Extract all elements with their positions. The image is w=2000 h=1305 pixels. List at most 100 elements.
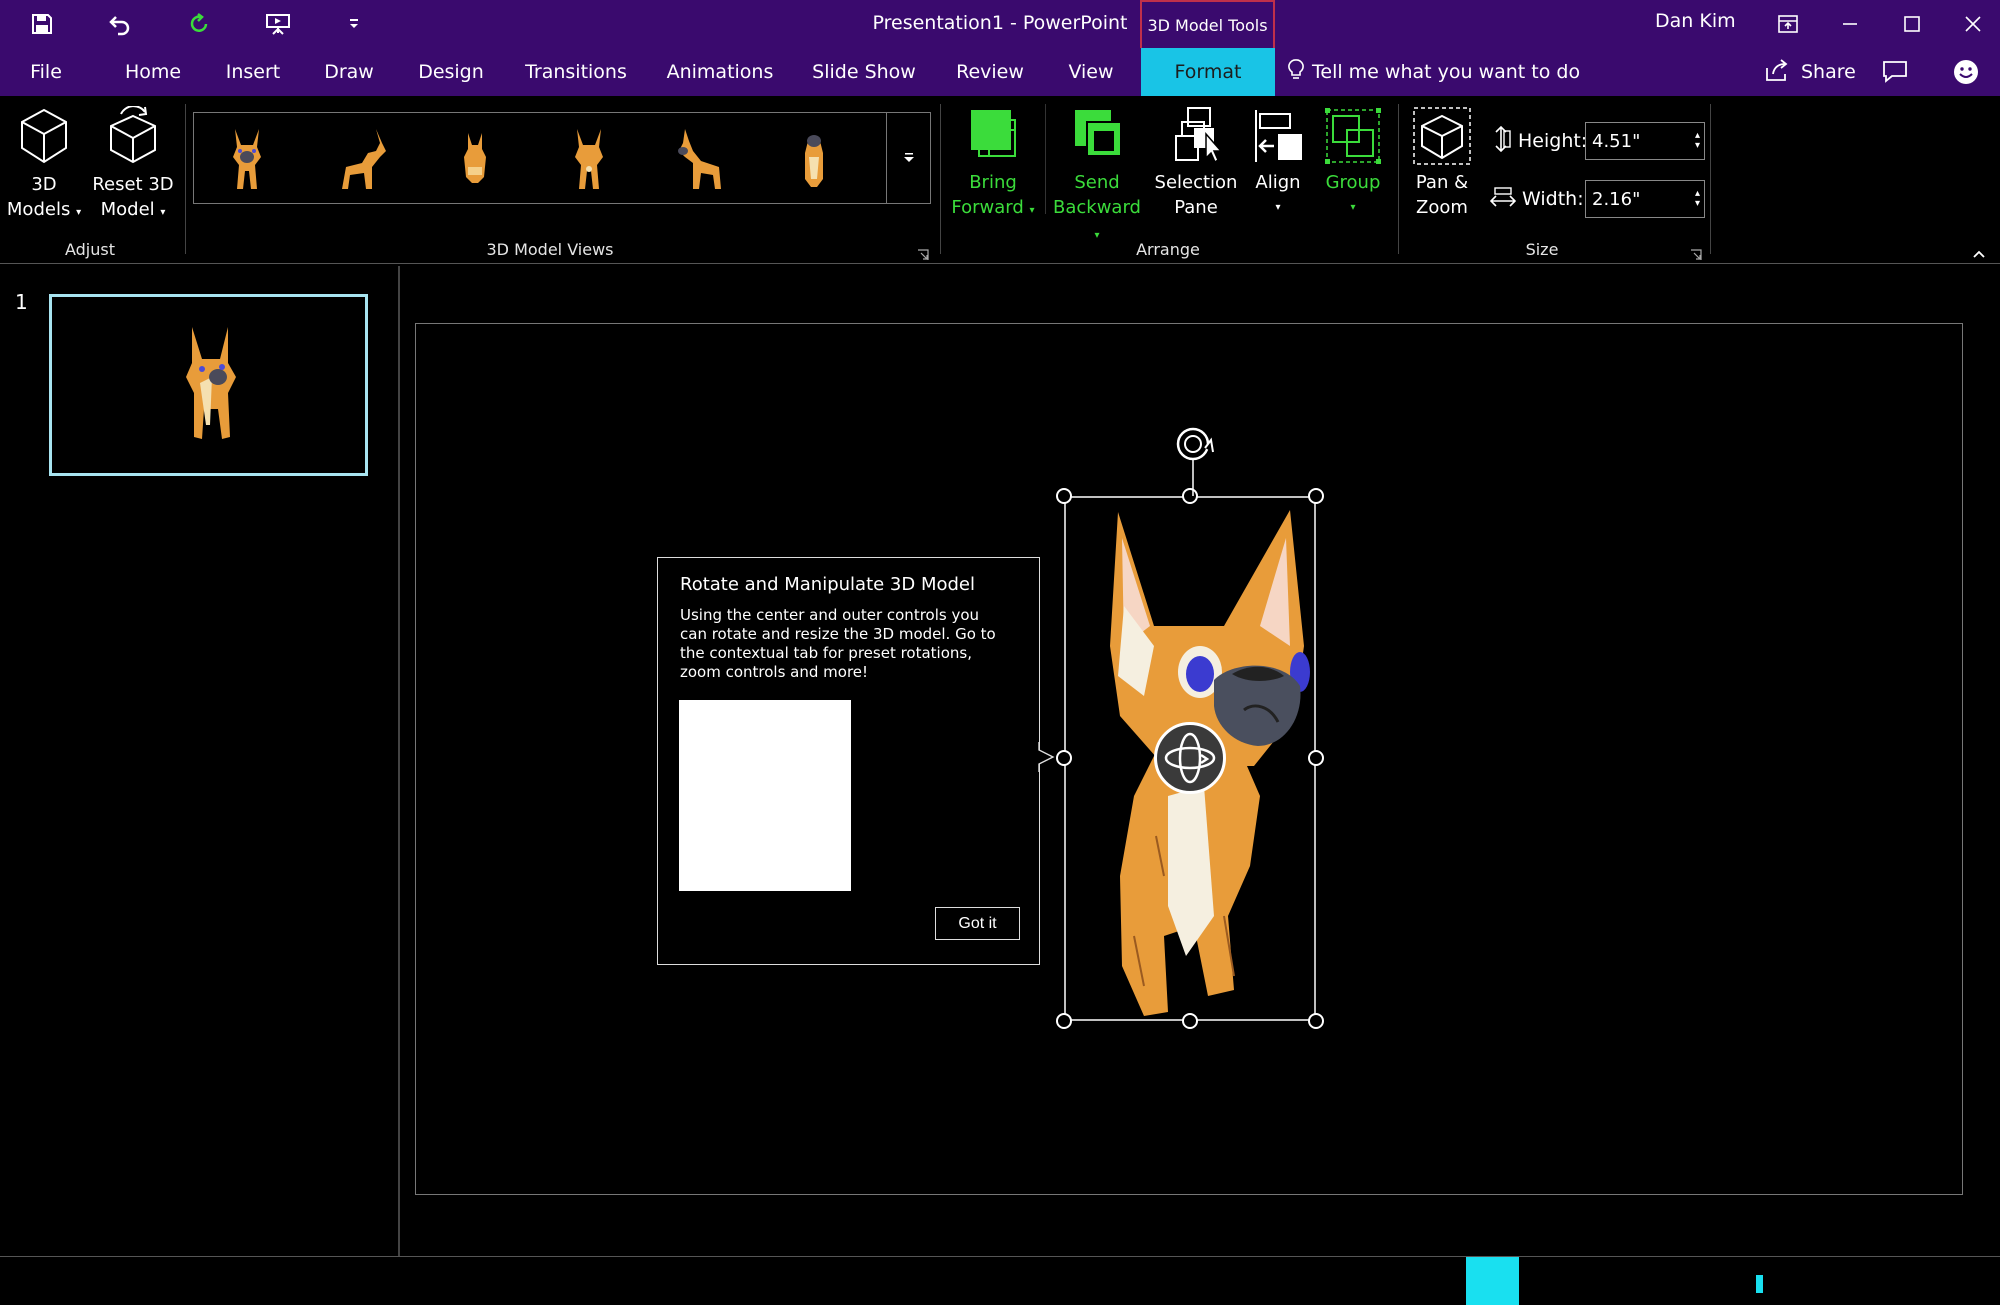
group-label: Group [1325,172,1381,193]
reset-3d-model-button[interactable]: Reset 3D Model ▾ [90,105,176,225]
bring-forward-button[interactable]: Bring Forward ▾ [946,106,1040,223]
maximize-icon[interactable] [1892,4,1932,44]
3d-models-button[interactable]: 3D Models ▾ [6,106,82,225]
resize-handle-top-right[interactable] [1308,488,1324,504]
share-button[interactable]: Share [1765,48,1856,96]
title-bar: Presentation1 - PowerPoint 3D Model Tool… [0,0,2000,48]
chevron-down-icon: ▾ [1094,230,1100,241]
resize-handle-right[interactable] [1308,750,1324,766]
3d-models-label-1: 3D [31,174,57,195]
height-spinner[interactable]: ▴ ▾ [1695,131,1700,151]
rotation-handle[interactable] [1171,424,1215,496]
send-backward-label-2: Backward [1053,197,1141,218]
height-row: Height: [1490,122,1587,160]
tab-animations[interactable]: Animations [662,48,778,96]
group-button[interactable]: Group ▾ [1316,106,1390,220]
tell-me-search[interactable]: Tell me what you want to do [1288,48,1580,96]
bring-forward-label-1: Bring [969,172,1017,193]
3d-models-label-2: Models [6,199,71,220]
send-backward-label-1: Send [1074,172,1120,193]
bring-forward-label-2: Forward [951,197,1024,218]
zoom-slider-thumb[interactable] [1756,1275,1763,1293]
3d-model-views-gallery [193,112,931,204]
3d-model-dog[interactable] [1056,488,1324,1029]
dialog-launcher-icon[interactable] [917,246,929,265]
chevron-down-icon: ▾ [76,207,82,218]
view-front[interactable] [212,123,282,195]
group-separator [185,104,186,254]
resize-handle-bottom[interactable] [1182,1013,1198,1029]
resize-handle-left[interactable] [1056,750,1072,766]
resize-handle-top-left[interactable] [1056,488,1072,504]
view-left-profile[interactable] [327,123,397,195]
gallery-more-button[interactable] [886,113,931,203]
width-label: Width: [1522,188,1584,210]
tab-design[interactable]: Design [412,48,490,96]
group-separator [1045,104,1046,214]
selection-pane-button[interactable]: Selection Pane [1150,106,1242,220]
pan-zoom-label-1: Pan & [1415,172,1469,193]
ribbon-tab-bar: File Home Insert Draw Design Transitions… [0,48,2000,96]
width-input[interactable]: 2.16" ▴ ▾ [1585,180,1705,218]
smiley-feedback-icon[interactable] [1952,58,1980,90]
send-backward-button[interactable]: Send Backward ▾ [1048,106,1146,248]
pan-zoom-label-2: Zoom [1416,197,1468,218]
rotate-center-control[interactable] [1154,722,1226,794]
tip-body: Using the center and outer controls you … [680,606,996,681]
comments-icon[interactable] [1882,60,1908,88]
group-separator [1710,104,1711,254]
lightbulb-icon [1288,58,1304,86]
group-label-arrange: Arrange [1136,240,1200,259]
align-icon [1244,106,1312,170]
tab-view[interactable]: View [1060,48,1122,96]
height-value: 4.51" [1592,130,1641,152]
height-input[interactable]: 4.51" ▴ ▾ [1585,122,1705,160]
selection-pane-label-2: Pane [1174,197,1218,218]
dialog-launcher-icon[interactable] [1690,246,1702,265]
view-right-profile[interactable] [666,123,736,195]
tab-file[interactable]: File [18,48,74,96]
tab-slide-show[interactable]: Slide Show [808,48,920,96]
slide-thumbnail[interactable] [49,294,368,476]
tab-draw[interactable]: Draw [318,48,380,96]
tab-transitions[interactable]: Transitions [520,48,632,96]
tab-format[interactable]: Format [1141,48,1275,96]
collapse-ribbon-icon[interactable] [1972,244,1986,263]
minimize-icon[interactable] [1830,4,1870,44]
resize-handle-bottom-left[interactable] [1056,1013,1072,1029]
cube-icon [6,106,82,172]
width-spinner[interactable]: ▴ ▾ [1695,189,1700,209]
width-row: Width: [1489,180,1584,218]
align-button[interactable]: Align ▾ [1244,106,1312,220]
height-label: Height: [1518,130,1588,152]
rotate-model-tip-card: Rotate and Manipulate 3D Model Using the… [657,557,1040,965]
align-label: Align [1255,172,1301,193]
group-label-3d-model-views: 3D Model Views [486,240,614,259]
user-name[interactable]: Dan Kim [1655,10,1736,32]
pan-zoom-button[interactable]: Pan & Zoom [1404,106,1480,220]
view-below[interactable] [779,123,849,195]
selection-pane-icon [1150,106,1242,170]
share-label: Share [1801,61,1856,83]
got-it-button[interactable]: Got it [935,907,1020,940]
rotate-icon [1176,427,1214,496]
resize-handle-bottom-right[interactable] [1308,1013,1324,1029]
tab-home[interactable]: Home [118,48,188,96]
group-icon [1316,106,1390,170]
tip-illustration [679,700,851,891]
chevron-down-icon: ▾ [1275,202,1281,213]
reset-cube-icon [90,105,176,172]
view-top[interactable] [440,123,510,195]
reset-3d-model-label-1: Reset 3D [92,174,174,195]
view-back[interactable] [554,123,624,195]
tab-review[interactable]: Review [952,48,1028,96]
group-label-size: Size [1525,240,1559,259]
slide-number: 1 [15,290,28,314]
tab-insert[interactable]: Insert [220,48,286,96]
tip-pointer-arrow [1038,742,1055,772]
group-separator [940,104,941,254]
send-backward-icon [1048,106,1146,170]
group-label-adjust: Adjust [64,240,115,259]
close-icon[interactable] [1953,4,1993,44]
ribbon-display-options-icon[interactable] [1768,4,1808,44]
